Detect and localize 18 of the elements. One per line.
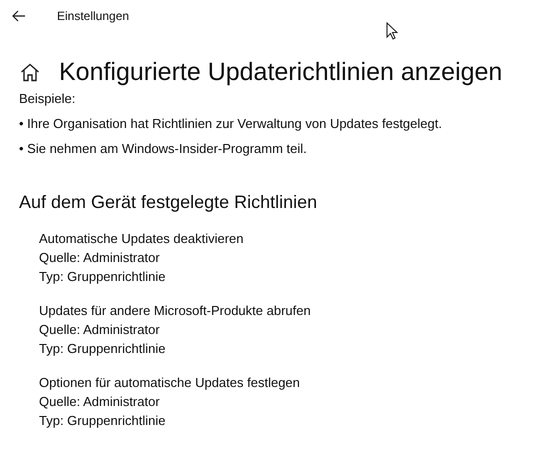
bullet-text: • Sie nehmen am Windows-Insider-Programm teil.	[19, 141, 308, 156]
policy-name: Automatische Updates deaktivieren	[39, 230, 245, 248]
page-title: Konfigurierte Updaterichtlinien anzeigen	[59, 58, 502, 86]
examples-label: Beispiele:	[19, 91, 76, 106]
back-icon[interactable]	[12, 10, 26, 22]
policy-type: Typ: Gruppenrichtlinie	[39, 268, 166, 286]
window-title: Einstellungen	[57, 9, 130, 23]
policy-name: Updates für andere Microsoft-Produkte abrufen	[39, 302, 312, 320]
policy-name: Optionen für automatische Updates festlegen	[39, 374, 301, 392]
cursor-icon	[386, 22, 398, 40]
bullet-text: • Ihre Organisation hat Richtlinien zur Verwaltung von Updates festgelegt.	[19, 116, 443, 131]
policy-type: Typ: Gruppenrichtlinie	[39, 340, 166, 358]
home-icon[interactable]	[20, 62, 40, 82]
policy-source: Quelle: Administrator	[39, 249, 161, 267]
policy-source: Quelle: Administrator	[39, 321, 161, 339]
section-title: Auf dem Gerät festgelegte Richtlinien	[19, 192, 318, 213]
policy-type: Typ: Gruppenrichtlinie	[39, 412, 166, 430]
policy-source: Quelle: Administrator	[39, 393, 161, 411]
